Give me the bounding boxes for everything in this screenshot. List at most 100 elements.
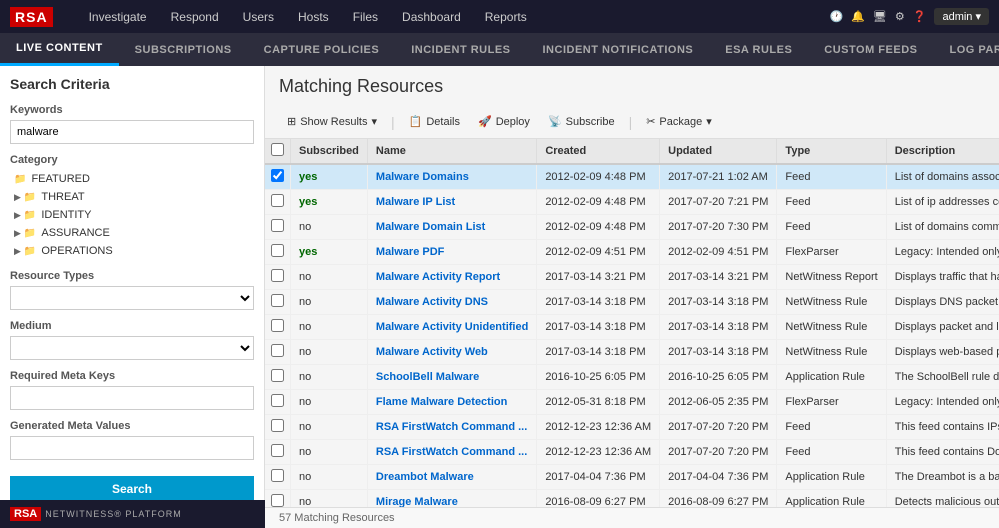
col-updated[interactable]: Updated (660, 139, 777, 164)
subnav-live-content[interactable]: LIVE CONTENT (0, 33, 119, 66)
row-name[interactable]: Mirage Malware (367, 490, 536, 508)
row-checkbox[interactable] (265, 365, 291, 390)
row-checkbox[interactable] (265, 465, 291, 490)
row-checkbox[interactable] (265, 265, 291, 290)
subnav-capture-policies[interactable]: CAPTURE POLICIES (248, 33, 396, 66)
subnav-custom-feeds[interactable]: CUSTOM FEEDS (808, 33, 933, 66)
table-row[interactable]: no Malware Domain List 2012-02-09 4:48 P… (265, 215, 999, 240)
col-created[interactable]: Created (537, 139, 660, 164)
table-row[interactable]: no RSA FirstWatch Command ... 2012-12-23… (265, 415, 999, 440)
row-checkbox[interactable] (265, 490, 291, 508)
subnav-log-parser-rules[interactable]: LOG PARSER RULES (933, 33, 999, 66)
monitor-icon[interactable]: 🖥 (873, 10, 887, 23)
row-description: Displays DNS packet tra... (886, 290, 999, 315)
top-nav-items: Investigate Respond Users Hosts Files Da… (77, 0, 830, 33)
subscribe-button[interactable]: 📡 Subscribe (540, 111, 623, 132)
row-checkbox[interactable] (265, 190, 291, 215)
bell-icon[interactable]: 🔔 (851, 10, 865, 23)
row-subscribed: no (291, 215, 368, 240)
cat-assurance-label: ASSURANCE (41, 227, 109, 239)
category-section: Category 📁 FEATURED ▶ 📁 THREAT ▶ 📁 IDENT… (10, 154, 254, 260)
row-checkbox[interactable] (265, 240, 291, 265)
deploy-button[interactable]: 🚀 Deploy (470, 111, 538, 132)
nav-users[interactable]: Users (231, 0, 286, 33)
table-row[interactable]: no Mirage Malware 2016-08-09 6:27 PM 201… (265, 490, 999, 508)
keywords-input[interactable] (10, 120, 254, 144)
package-button[interactable]: ✂ Package ▾ (638, 111, 720, 132)
row-name[interactable]: Malware IP List (367, 190, 536, 215)
nav-hosts[interactable]: Hosts (286, 0, 341, 33)
row-checkbox[interactable] (265, 290, 291, 315)
col-subscribed[interactable]: Subscribed (291, 139, 368, 164)
required-meta-keys-input[interactable] (10, 386, 254, 410)
row-created: 2012-02-09 4:48 PM (537, 164, 660, 190)
row-name[interactable]: Malware PDF (367, 240, 536, 265)
row-subscribed: yes (291, 164, 368, 190)
row-name[interactable]: Malware Activity Web (367, 340, 536, 365)
details-button[interactable]: 📋 Details (401, 111, 468, 132)
subnav-incident-rules[interactable]: INCIDENT RULES (395, 33, 526, 66)
row-type: Feed (777, 164, 886, 190)
admin-button[interactable]: admin ▾ (934, 8, 989, 25)
table-row[interactable]: no Malware Activity Report 2017-03-14 3:… (265, 265, 999, 290)
row-checkbox[interactable] (265, 315, 291, 340)
row-subscribed: no (291, 290, 368, 315)
row-name[interactable]: RSA FirstWatch Command ... (367, 415, 536, 440)
row-name[interactable]: Malware Activity Unidentified (367, 315, 536, 340)
generated-meta-values-input[interactable] (10, 436, 254, 460)
row-name[interactable]: Malware Activity Report (367, 265, 536, 290)
cat-identity[interactable]: ▶ 📁 IDENTITY (10, 206, 254, 224)
cat-assurance[interactable]: ▶ 📁 ASSURANCE (10, 224, 254, 242)
row-name[interactable]: RSA FirstWatch Command ... (367, 440, 536, 465)
nav-reports[interactable]: Reports (473, 0, 539, 33)
select-all-checkbox[interactable] (265, 139, 291, 164)
col-description[interactable]: Description (886, 139, 999, 164)
cat-threat[interactable]: ▶ 📁 THREAT (10, 188, 254, 206)
table-row[interactable]: no RSA FirstWatch Command ... 2012-12-23… (265, 440, 999, 465)
help-icon[interactable]: ❓ (913, 10, 927, 23)
row-checkbox[interactable] (265, 415, 291, 440)
content-title: Matching Resources (279, 76, 985, 97)
row-checkbox[interactable] (265, 215, 291, 240)
row-name[interactable]: Dreambot Malware (367, 465, 536, 490)
separator2: | (625, 114, 637, 130)
col-name[interactable]: Name (367, 139, 536, 164)
row-updated: 2017-03-14 3:18 PM (660, 340, 777, 365)
row-name[interactable]: Malware Activity DNS (367, 290, 536, 315)
table-row[interactable]: no Dreambot Malware 2017-04-04 7:36 PM 2… (265, 465, 999, 490)
table-row[interactable]: no Malware Activity Web 2017-03-14 3:18 … (265, 340, 999, 365)
table-row[interactable]: no Flame Malware Detection 2012-05-31 8:… (265, 390, 999, 415)
row-checkbox[interactable] (265, 390, 291, 415)
row-name[interactable]: Malware Domains (367, 164, 536, 190)
resource-types-select[interactable] (10, 286, 254, 310)
nav-investigate[interactable]: Investigate (77, 0, 159, 33)
table-row[interactable]: no Malware Activity DNS 2017-03-14 3:18 … (265, 290, 999, 315)
clock-icon[interactable]: 🕐 (830, 10, 844, 23)
package-icon: ✂ (646, 115, 655, 128)
table-row[interactable]: yes Malware IP List 2012-02-09 4:48 PM 2… (265, 190, 999, 215)
subnav-subscriptions[interactable]: SUBSCRIPTIONS (119, 33, 248, 66)
nav-files[interactable]: Files (341, 0, 390, 33)
row-name[interactable]: Flame Malware Detection (367, 390, 536, 415)
row-checkbox[interactable] (265, 440, 291, 465)
cat-featured[interactable]: 📁 FEATURED (10, 170, 254, 188)
table-row[interactable]: no SchoolBell Malware 2016-10-25 6:05 PM… (265, 365, 999, 390)
table-row[interactable]: yes Malware Domains 2012-02-09 4:48 PM 2… (265, 164, 999, 190)
subnav-incident-notifications[interactable]: INCIDENT NOTIFICATIONS (527, 33, 710, 66)
search-button[interactable]: Search (10, 476, 254, 502)
row-type: Feed (777, 190, 886, 215)
nav-respond[interactable]: Respond (159, 0, 231, 33)
row-checkbox[interactable] (265, 340, 291, 365)
table-row[interactable]: yes Malware PDF 2012-02-09 4:51 PM 2012-… (265, 240, 999, 265)
settings-icon[interactable]: ⚙ (895, 10, 905, 23)
row-name[interactable]: Malware Domain List (367, 215, 536, 240)
cat-operations[interactable]: ▶ 📁 OPERATIONS (10, 242, 254, 260)
show-results-button[interactable]: ⊞ Show Results ▾ (279, 111, 385, 132)
table-row[interactable]: no Malware Activity Unidentified 2017-03… (265, 315, 999, 340)
row-name[interactable]: SchoolBell Malware (367, 365, 536, 390)
col-type[interactable]: Type (777, 139, 886, 164)
nav-dashboard[interactable]: Dashboard (390, 0, 473, 33)
row-checkbox[interactable] (265, 164, 291, 190)
medium-select[interactable] (10, 336, 254, 360)
subnav-esa-rules[interactable]: ESA RULES (709, 33, 808, 66)
